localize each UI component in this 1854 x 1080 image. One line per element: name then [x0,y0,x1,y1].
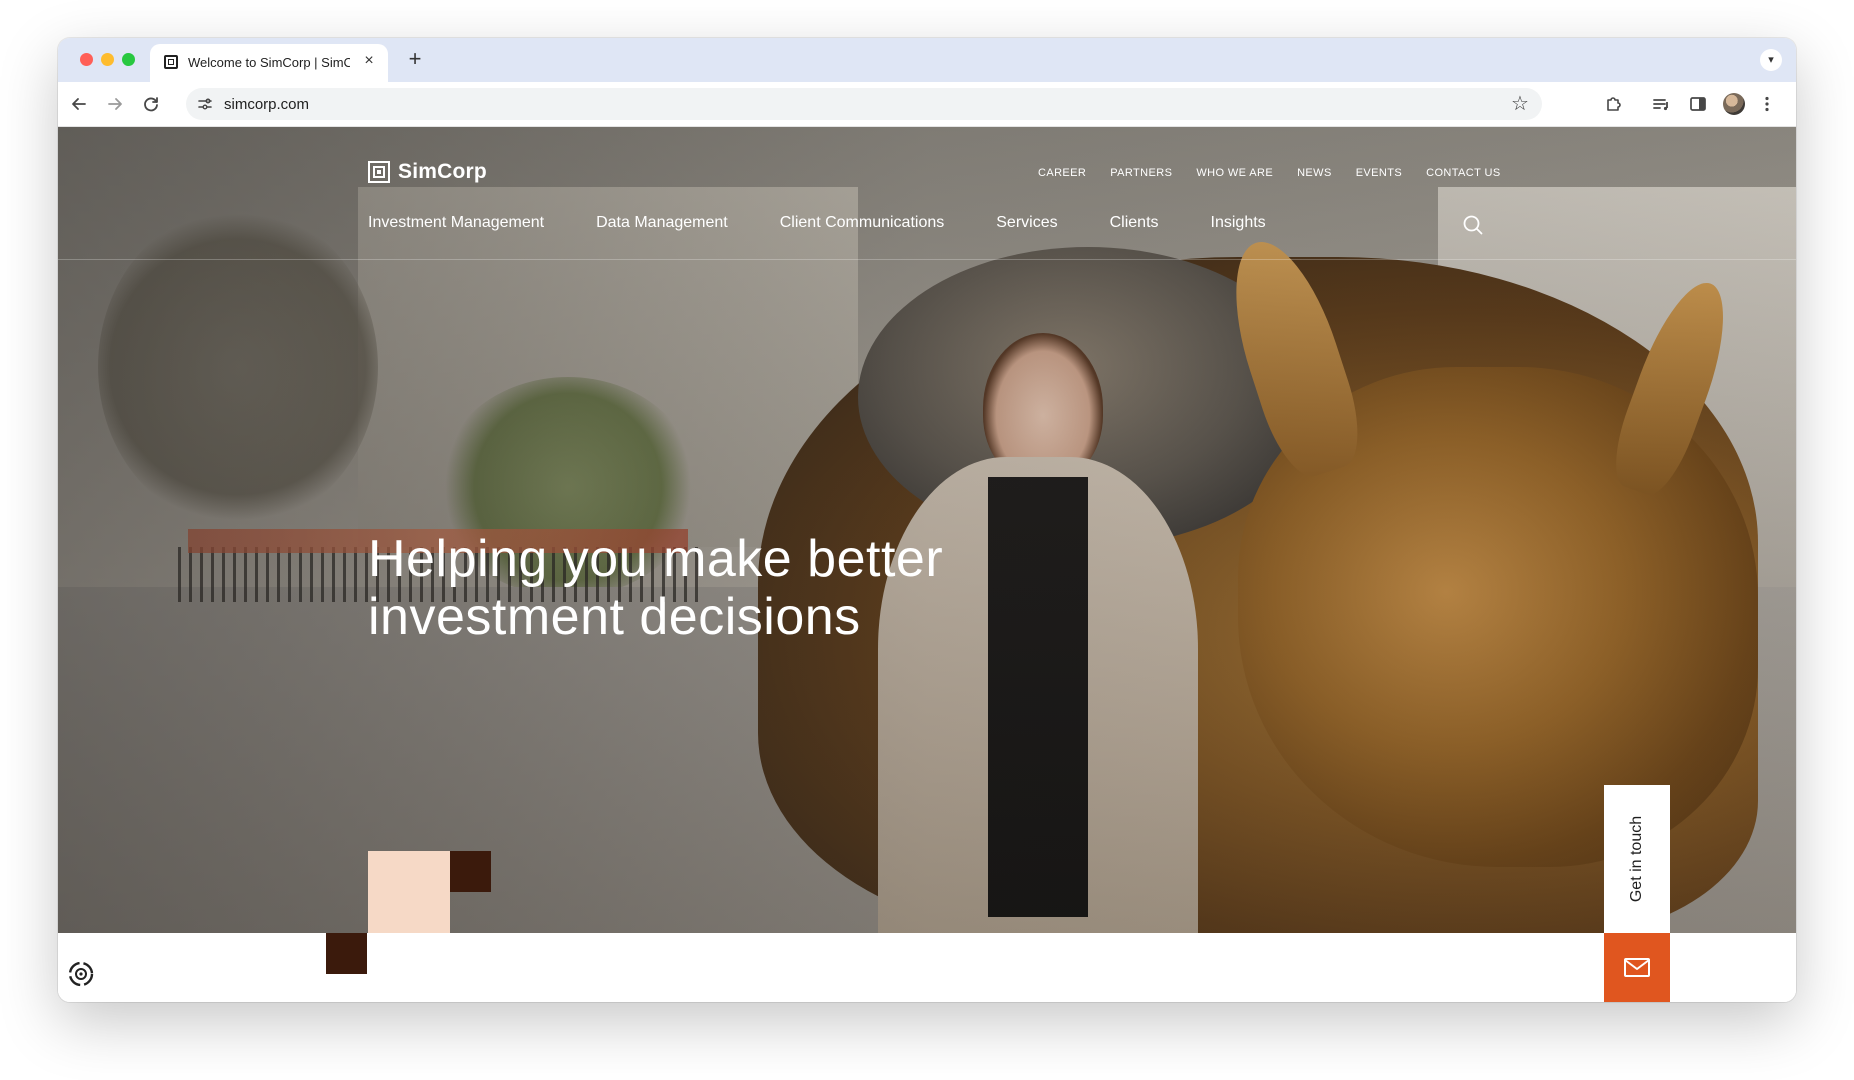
maximize-window-button[interactable] [122,53,135,66]
bookmark-star-icon[interactable]: ☆ [1508,92,1532,116]
cookie-settings-icon[interactable] [66,959,96,989]
simcorp-logo[interactable]: SimCorp [368,159,487,185]
tab-title: Welcome to SimCorp | SimCorp [188,55,350,70]
forward-arrow-icon[interactable] [102,91,128,117]
tab-search-chevron-down-icon[interactable]: ▾ [1760,49,1782,71]
simcorp-logo-icon [368,161,390,183]
side-panel-icon[interactable] [1685,91,1711,117]
util-link-career[interactable]: CAREER [1038,167,1086,179]
mail-button[interactable] [1604,933,1670,1002]
active-tab[interactable]: Welcome to SimCorp | SimCorp × [150,44,388,82]
tab-strip: Welcome to SimCorp | SimCorp × + ▾ [58,38,1796,82]
main-nav: Investment Management Data Management Cl… [368,214,1318,232]
nav-data-management[interactable]: Data Management [596,214,728,232]
tab-close-icon[interactable]: × [360,52,378,70]
site-info-tune-icon[interactable] [196,95,214,113]
deco-brown-square-top [450,851,491,892]
nav-client-communications[interactable]: Client Communications [780,214,945,232]
browser-window: Welcome to SimCorp | SimCorp × + ▾ simco… [58,38,1796,1002]
hero-title: Helping you make better investment decis… [368,530,944,646]
media-queue-icon[interactable] [1648,91,1674,117]
bottom-white-strip [58,933,1796,1002]
more-menu-icon[interactable] [1754,91,1780,117]
url-text[interactable]: simcorp.com [224,96,309,113]
deco-brown-square-bottom [326,933,367,974]
close-window-button[interactable] [80,53,93,66]
util-link-who-we-are[interactable]: WHO WE ARE [1196,167,1273,179]
nav-divider [58,259,1796,260]
get-in-touch-label: Get in touch [1628,815,1645,903]
page-viewport: SimCorp CAREER PARTNERS WHO WE ARE NEWS … [58,127,1796,1002]
nav-investment-management[interactable]: Investment Management [368,214,544,232]
envelope-icon [1624,958,1650,977]
deco-peach-square [368,851,450,933]
get-in-touch-tab[interactable]: Get in touch [1604,785,1670,933]
util-link-partners[interactable]: PARTNERS [1110,167,1172,179]
nav-clients[interactable]: Clients [1110,214,1159,232]
extensions-puzzle-icon[interactable] [1600,91,1626,117]
reload-icon[interactable] [138,91,164,117]
address-bar[interactable]: simcorp.com ☆ [186,88,1542,120]
util-link-news[interactable]: NEWS [1297,167,1332,179]
minimize-window-button[interactable] [101,53,114,66]
nav-services[interactable]: Services [996,214,1057,232]
search-icon[interactable] [1462,214,1484,236]
simcorp-favicon-icon [164,55,178,69]
logo-text: SimCorp [398,160,487,183]
new-tab-button[interactable]: + [404,48,426,70]
utility-nav: CAREER PARTNERS WHO WE ARE NEWS EVENTS C… [1038,167,1525,179]
util-link-events[interactable]: EVENTS [1356,167,1402,179]
util-link-contact-us[interactable]: CONTACT US [1426,167,1501,179]
profile-avatar[interactable] [1723,93,1745,115]
browser-toolbar: simcorp.com ☆ [58,82,1796,127]
nav-insights[interactable]: Insights [1211,214,1266,232]
back-arrow-icon[interactable] [66,91,92,117]
hero-image: SimCorp CAREER PARTNERS WHO WE ARE NEWS … [58,127,1796,933]
